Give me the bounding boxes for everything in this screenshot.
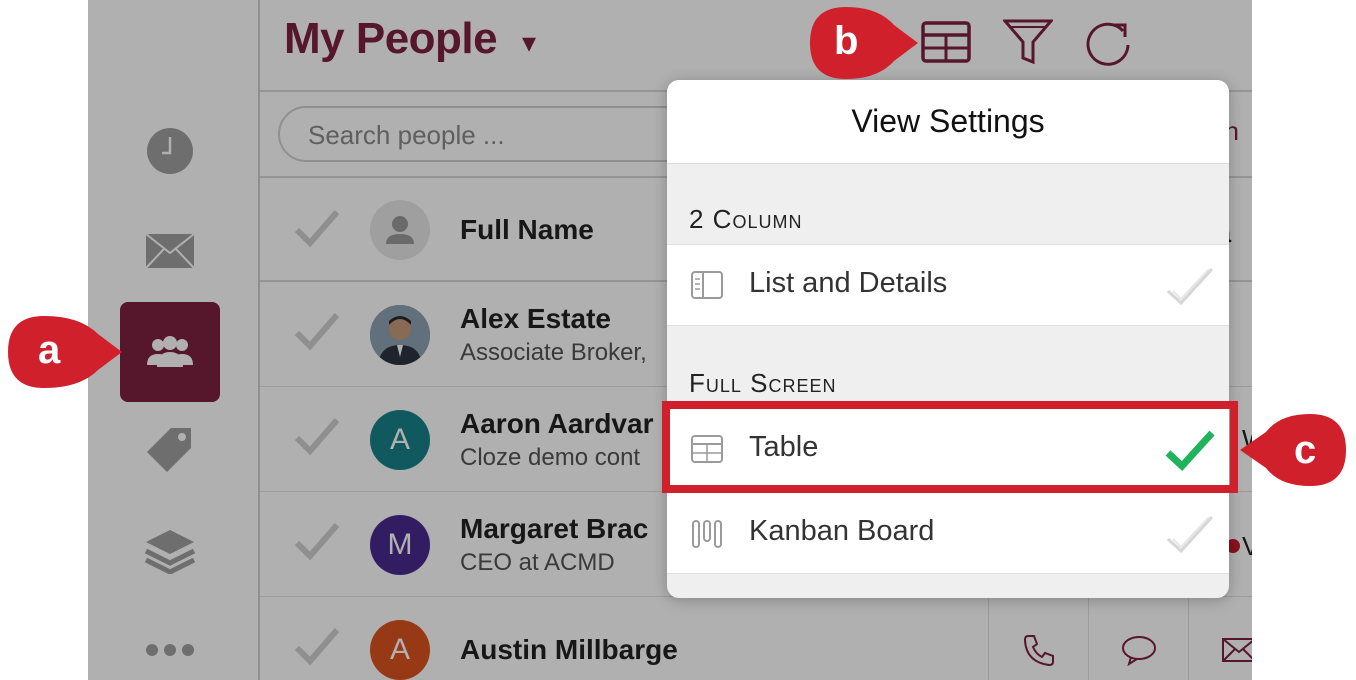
screenshot: My People ▾ Search people ... Full Name … [0,0,1356,680]
table-icon [691,435,723,463]
callout-a: a [6,314,126,395]
selected-check-icon [1165,430,1215,471]
list-details-icon [691,271,723,299]
callout-letter: b [834,19,859,63]
section-header-2-column: 2 Column [689,204,803,234]
option-kanban-board[interactable]: Kanban Board [667,492,1229,574]
section-header-full-screen: Full Screen [689,368,837,398]
kanban-icon [692,520,722,548]
callout-b-shape-icon [810,7,918,79]
callout-c-shape-icon [1240,414,1346,486]
callout-letter: c [1294,428,1317,472]
option-label: Kanban Board [749,515,935,547]
option-label: Table [749,431,819,463]
unchecked-check-icon [1166,515,1214,554]
unchecked-check-icon [1166,267,1214,306]
view-settings-popover: View Settings 2 Column List and Details … [667,80,1229,598]
callout-a-shape-icon [8,316,122,388]
popover-title: View Settings [667,80,1229,164]
option-label: List and Details [749,267,948,299]
option-list-and-details[interactable]: List and Details [667,244,1229,326]
callout-b: b [808,5,920,86]
callout-c: c [1238,412,1348,493]
option-table[interactable]: Table [667,408,1229,490]
callout-letter: a [38,328,61,372]
